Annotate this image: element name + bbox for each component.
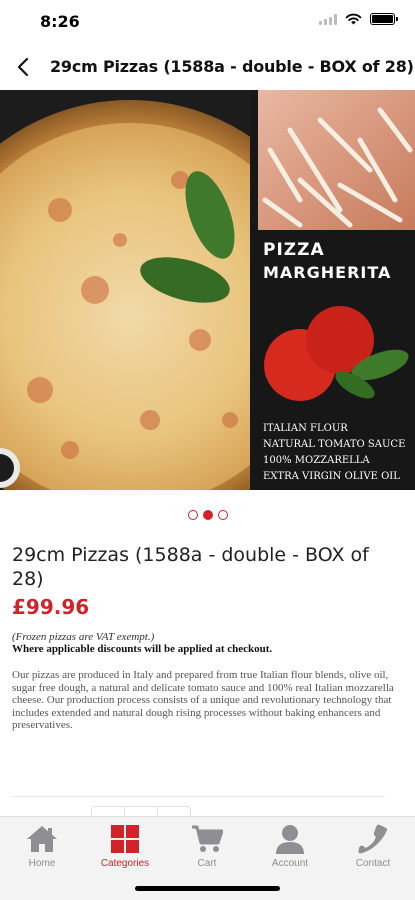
vat-note: (Frozen pizzas are VAT exempt.) — [12, 631, 155, 643]
cart-icon — [190, 823, 224, 855]
phone-icon — [356, 823, 390, 855]
ingredient-line: ITALIAN FLOUR — [263, 423, 348, 434]
ingredient-line: 100% MOZZARELLA — [263, 455, 370, 466]
categories-icon — [108, 823, 142, 855]
discount-note: Where applicable discounts will be appli… — [12, 643, 273, 655]
product-title: 29cm Pizzas (1588a - double - BOX of 28) — [12, 544, 369, 590]
tab-cart[interactable]: Cart — [167, 823, 247, 869]
ingredient-line: NATURAL TOMATO SAUCE — [263, 439, 406, 450]
wifi-icon — [345, 13, 362, 25]
tab-home[interactable]: Home — [2, 823, 82, 869]
page-title: 29cm Pizzas (1588a - double - BOX of 28) — [50, 57, 414, 76]
status-icons — [319, 13, 398, 25]
box-ingredients: ITALIAN FLOUR NATURAL TOMATO SAUCE 100% … — [263, 421, 415, 485]
tab-label: Contact — [355, 858, 391, 869]
account-icon — [273, 823, 307, 855]
nav-header: 29cm Pizzas (1588a - double - BOX of 28) — [0, 44, 415, 90]
box-label-margherita: MARGHERITA — [263, 263, 392, 282]
product-price: £99.96 — [12, 595, 90, 619]
product-description: Our pizzas are produced in Italy and pre… — [12, 669, 394, 732]
carousel-dot-active[interactable] — [202, 510, 213, 520]
back-button[interactable] — [8, 52, 38, 82]
signal-icon — [319, 13, 337, 25]
status-time: 8:26 — [40, 12, 80, 31]
box-label-pizza: PIZZA — [263, 240, 325, 260]
carousel-dot[interactable] — [217, 510, 228, 520]
product-image[interactable]: PIZZA MARGHERITA ITALIAN FLOUR NATURAL T… — [0, 90, 415, 490]
carousel-dots — [0, 510, 415, 520]
tab-label: Account — [271, 858, 309, 869]
home-icon — [25, 823, 59, 855]
carousel-dot[interactable] — [187, 510, 198, 520]
tab-contact[interactable]: Contact — [333, 823, 413, 869]
tab-categories[interactable]: Categories — [85, 823, 165, 869]
home-indicator — [135, 886, 280, 891]
tab-label: Categories — [100, 858, 150, 869]
tab-label: Cart — [197, 858, 217, 869]
status-bar: 8:26 — [0, 0, 415, 44]
tab-account[interactable]: Account — [250, 823, 330, 869]
battery-icon — [370, 13, 398, 25]
tab-label: Home — [28, 858, 56, 869]
back-arrow-icon — [17, 57, 29, 77]
divider — [12, 796, 385, 797]
ingredient-line: EXTRA VIRGIN OLIVE OIL — [263, 471, 400, 482]
